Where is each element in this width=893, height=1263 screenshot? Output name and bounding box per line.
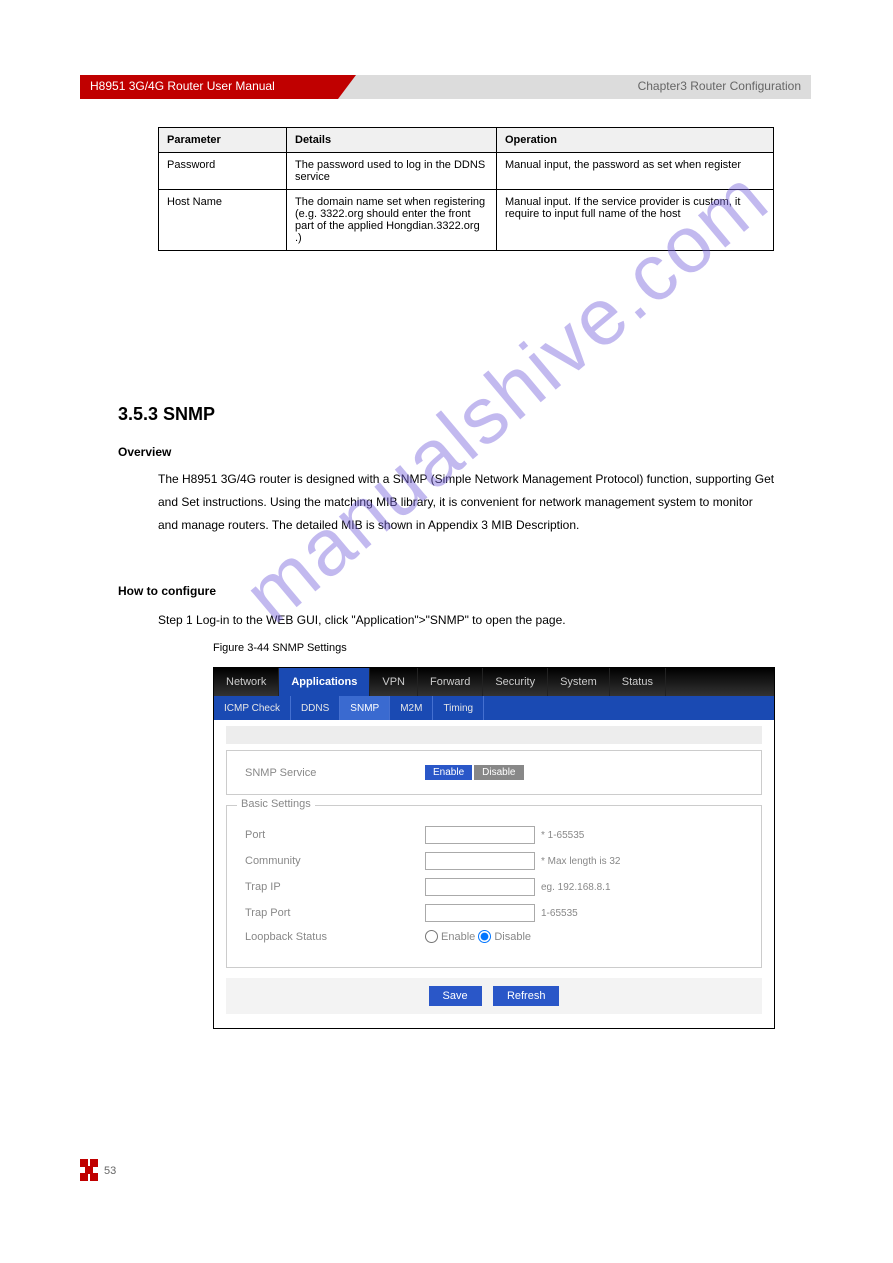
hongdian-logo-icon <box>80 1159 98 1181</box>
header-right-text: Chapter3 Router Configuration <box>638 79 801 93</box>
trap-ip-input[interactable] <box>425 878 535 896</box>
section-heading: 3.5.3 SNMP <box>118 404 215 425</box>
port-input[interactable] <box>425 826 535 844</box>
figure-label: Figure 3-44 <box>213 642 269 654</box>
loopback-disable-label: Disable <box>494 931 531 943</box>
table-header-details: Details <box>287 128 497 153</box>
trap-port-hint: 1-65535 <box>541 908 578 919</box>
snmp-settings-screenshot: Network Applications VPN Forward Securit… <box>213 667 775 1029</box>
tab-security[interactable]: Security <box>483 668 548 696</box>
subtab-timing[interactable]: Timing <box>433 696 484 720</box>
loopback-label: Loopback Status <box>245 931 425 943</box>
header-left-text: H8951 3G/4G Router User Manual <box>90 79 275 93</box>
table-header-parameter: Parameter <box>159 128 287 153</box>
snmp-disable-button[interactable]: Disable <box>474 765 523 780</box>
cell-operation: Manual input, the password as set when r… <box>497 153 774 190</box>
trap-ip-row: Trap IP eg. 192.168.8.1 <box>245 878 743 896</box>
main-tab-bar: Network Applications VPN Forward Securit… <box>214 668 774 696</box>
table-header-operation: Operation <box>497 128 774 153</box>
table-row: Password The password used to log in the… <box>159 153 774 190</box>
refresh-button[interactable]: Refresh <box>493 986 560 1006</box>
cell-param: Host Name <box>159 190 287 251</box>
port-row: Port * 1-65535 <box>245 826 743 844</box>
figure-caption: Figure 3-44 SNMP Settings <box>213 642 347 654</box>
loopback-enable-label: Enable <box>441 931 475 943</box>
table-row: Host Name The domain name set when regis… <box>159 190 774 251</box>
tab-network[interactable]: Network <box>214 668 279 696</box>
save-button[interactable]: Save <box>429 986 482 1006</box>
sub-tab-bar: ICMP Check DDNS SNMP M2M Timing <box>214 696 774 720</box>
snmp-service-label: SNMP Service <box>245 767 425 779</box>
trap-ip-hint: eg. 192.168.8.1 <box>541 882 611 893</box>
parameter-table: Parameter Details Operation Password The… <box>158 127 774 251</box>
header-triangle <box>338 75 356 99</box>
overview-label: Overview <box>118 445 171 459</box>
loopback-enable-radio[interactable] <box>425 930 438 943</box>
basic-settings-fieldset: Basic Settings Port * 1-65535 Community … <box>226 805 762 968</box>
cell-details: The domain name set when registering (e.… <box>287 190 497 251</box>
figure-text: SNMP Settings <box>269 642 346 654</box>
port-hint: * 1-65535 <box>541 830 584 841</box>
snmp-service-panel: SNMP Service Enable Disable <box>226 750 762 795</box>
community-label: Community <box>245 855 425 867</box>
subtab-snmp[interactable]: SNMP <box>340 696 390 720</box>
trap-ip-label: Trap IP <box>245 881 425 893</box>
port-label: Port <box>245 829 425 841</box>
subtab-m2m[interactable]: M2M <box>390 696 433 720</box>
config-label: How to configure <box>118 584 216 598</box>
tab-system[interactable]: System <box>548 668 610 696</box>
page-number: 53 <box>104 1165 116 1177</box>
subtab-icmp-check[interactable]: ICMP Check <box>214 696 291 720</box>
tab-applications[interactable]: Applications <box>279 668 370 696</box>
cell-param: Password <box>159 153 287 190</box>
tab-forward[interactable]: Forward <box>418 668 483 696</box>
step-text: Step 1 Log-in to the WEB GUI, click "App… <box>158 613 566 627</box>
loopback-row: Loopback Status Enable Disable <box>245 930 743 943</box>
cell-operation: Manual input. If the service provider is… <box>497 190 774 251</box>
community-hint: * Max length is 32 <box>541 856 621 867</box>
community-input[interactable] <box>425 852 535 870</box>
tab-status[interactable]: Status <box>610 668 666 696</box>
subtab-ddns[interactable]: DDNS <box>291 696 340 720</box>
form-button-bar: Save Refresh <box>226 978 762 1014</box>
breadcrumb-bar <box>226 726 762 744</box>
tab-vpn[interactable]: VPN <box>370 668 418 696</box>
cell-details: The password used to log in the DDNS ser… <box>287 153 497 190</box>
overview-text: The H8951 3G/4G router is designed with … <box>158 468 775 536</box>
loopback-disable-radio[interactable] <box>478 930 491 943</box>
basic-settings-legend: Basic Settings <box>237 798 315 810</box>
snmp-enable-button[interactable]: Enable <box>425 765 472 780</box>
trap-port-row: Trap Port 1-65535 <box>245 904 743 922</box>
community-row: Community * Max length is 32 <box>245 852 743 870</box>
trap-port-label: Trap Port <box>245 907 425 919</box>
trap-port-input[interactable] <box>425 904 535 922</box>
